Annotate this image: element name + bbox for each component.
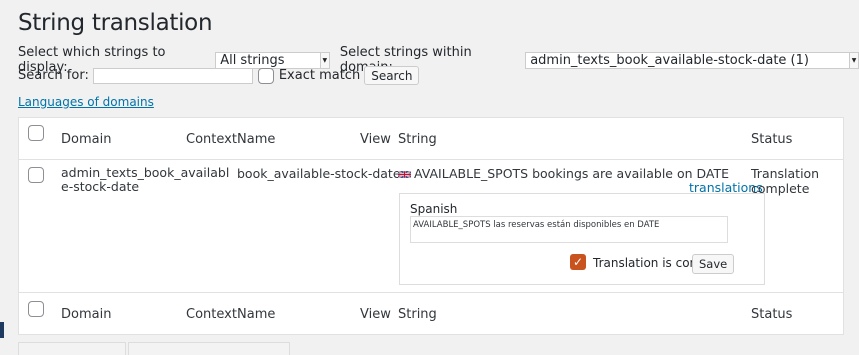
col-context-footer[interactable]: Context — [186, 307, 237, 322]
row-string-text: AVAILABLE_SPOTS bookings are available o… — [414, 166, 730, 181]
col-status-footer[interactable]: Status — [751, 307, 792, 322]
select-all-checkbox-footer[interactable] — [28, 301, 44, 317]
strings-table: Domain Context Name View String Status a… — [18, 117, 844, 335]
page-title: String translation — [18, 10, 213, 36]
domain-select[interactable]: admin_texts_book_available-stock-date (1… — [525, 51, 859, 69]
col-string-footer[interactable]: String — [398, 307, 437, 322]
search-label: Search for: — [18, 68, 89, 83]
search-button[interactable]: Search — [364, 66, 420, 85]
domain-select-value: admin_texts_book_available-stock-date (1… — [530, 52, 809, 68]
col-view[interactable]: View — [360, 132, 391, 147]
search-row: Search for: Exact match Search — [18, 66, 420, 85]
col-name[interactable]: Name — [237, 132, 275, 147]
languages-of-domains-link[interactable]: Languages of domains — [18, 95, 154, 109]
col-view-footer[interactable]: View — [360, 307, 391, 322]
row-name: book_available-stock-date — [237, 166, 401, 181]
uk-flag-icon — [398, 170, 411, 179]
col-string[interactable]: String — [398, 132, 437, 147]
divider — [19, 159, 843, 160]
row-domain-line2: e-stock-date — [61, 179, 140, 194]
row-domain: admin_texts_book_availabl e-stock-date — [61, 166, 229, 194]
divider — [19, 292, 843, 293]
col-domain[interactable]: Domain — [61, 132, 111, 147]
col-status[interactable]: Status — [751, 132, 792, 147]
row-status: Translation complete — [751, 166, 820, 196]
exact-match-checkbox[interactable] — [257, 67, 274, 84]
edge-decoration — [0, 322, 4, 338]
save-button[interactable]: Save — [692, 254, 735, 274]
col-name-footer[interactable]: Name — [237, 307, 275, 322]
translation-panel: Spanish AVAILABLE_SPOTS las reservas est… — [399, 193, 765, 285]
row-string: AVAILABLE_SPOTS bookings are available o… — [398, 166, 729, 181]
col-domain-footer[interactable]: Domain — [61, 307, 111, 322]
dropdown-arrow-icon: ▼ — [849, 52, 859, 68]
select-all-checkbox[interactable] — [28, 125, 44, 141]
translation-complete-checkbox[interactable]: ✓ — [570, 254, 586, 270]
translation-language: Spanish — [410, 202, 458, 216]
search-input[interactable] — [92, 67, 253, 84]
exact-match-label: Exact match — [278, 68, 361, 83]
row-checkbox[interactable] — [28, 167, 44, 183]
translation-textarea[interactable]: AVAILABLE_SPOTS las reservas están dispo… — [410, 216, 728, 243]
col-context[interactable]: Context — [186, 132, 237, 147]
row-domain-line1: admin_texts_book_availabl — [61, 165, 230, 180]
